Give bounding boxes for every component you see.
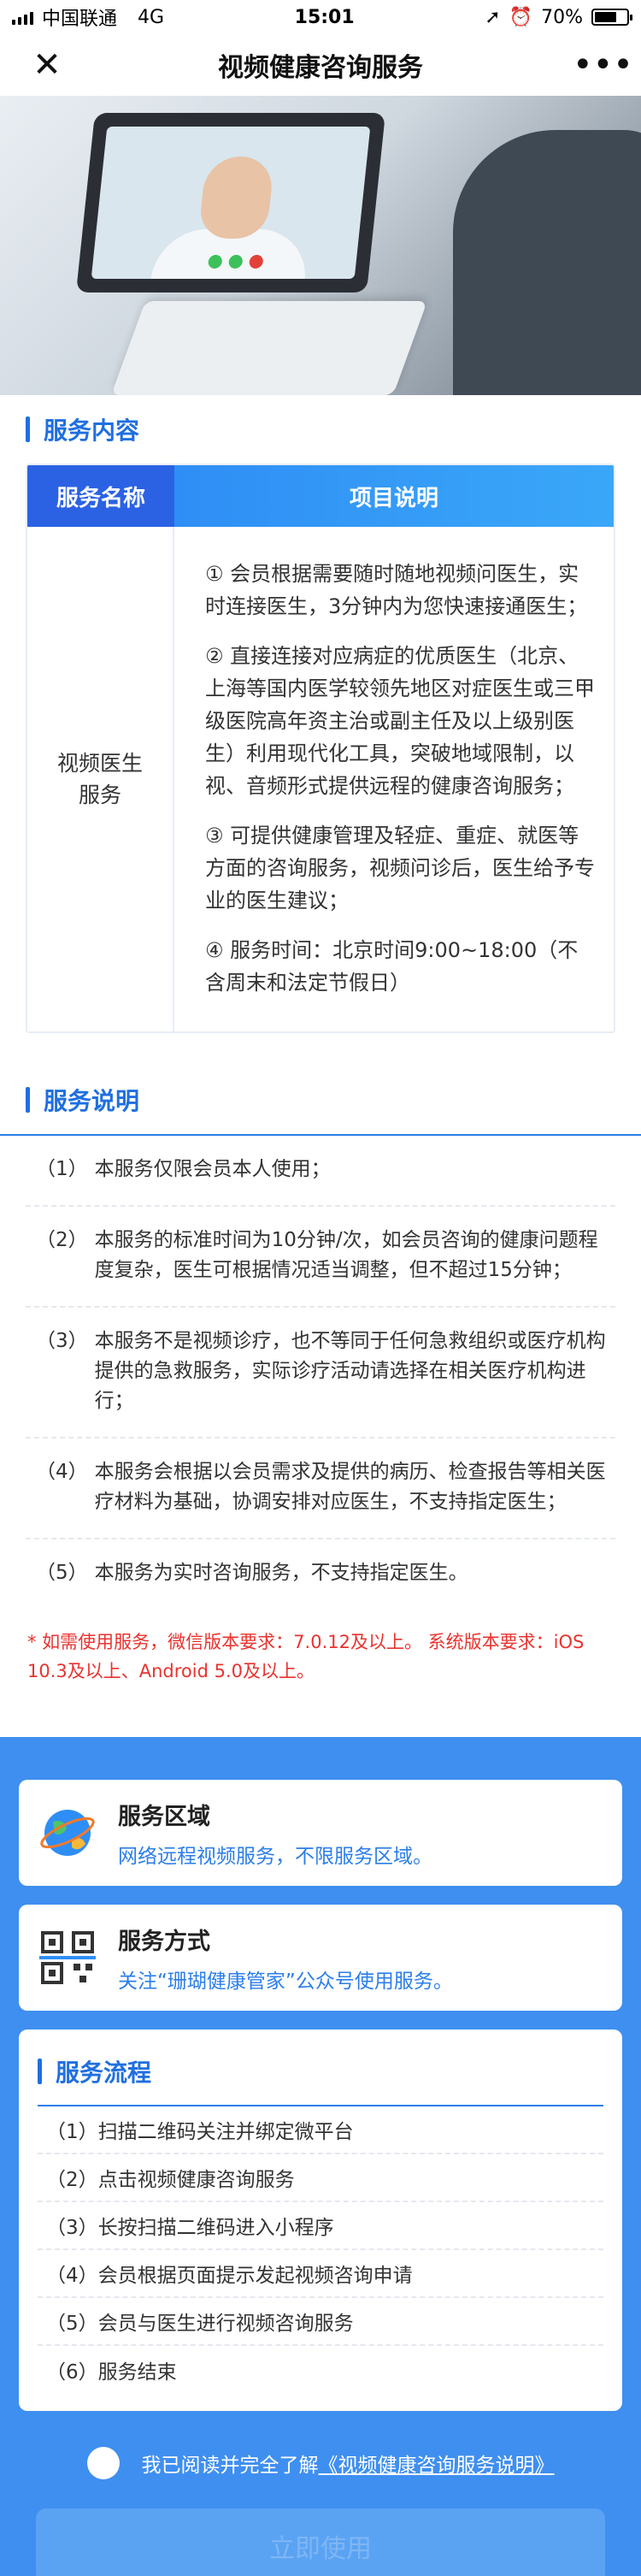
service-desc-item: ④ 服务时间：北京时间9:00~18:00（不含周末和法定节假日） bbox=[205, 938, 579, 995]
agreement-link[interactable]: 《视频健康咨询服务说明》 bbox=[319, 2449, 555, 2478]
list-item: （2） 本服务的标准时间为10分钟/次，如会员咨询的健康问题程度复杂，医生可根据… bbox=[26, 1207, 615, 1308]
globe-icon bbox=[40, 1810, 95, 1856]
service-desc-item: ① 会员根据需要随时随地视频问医生，实时连接医生，3分钟内为您快速接通医生； bbox=[205, 562, 588, 618]
alarm-icon: ⏰ bbox=[509, 6, 533, 28]
service-area-title: 服务区域 bbox=[118, 1803, 210, 1830]
carrier-label: 中国联通 bbox=[42, 9, 118, 30]
signal-icon bbox=[12, 9, 33, 25]
service-process-card: 服务流程 （1）扫描二维码关注并绑定微平台 （2）点击视频健康咨询服务 （3）长… bbox=[19, 2029, 622, 2411]
blue-section: 服务区域 网络远程视频服务，不限服务区域。 服务方式 关注“珊瑚健康管家”公众号… bbox=[0, 1737, 641, 2576]
battery-icon bbox=[591, 9, 632, 26]
agreement-prefix: 我已阅读并完全了解 bbox=[141, 2455, 319, 2477]
hero-banner bbox=[0, 96, 641, 395]
battery-percent: 70% bbox=[541, 6, 583, 28]
process-step: （6）服务结束 bbox=[46, 2361, 177, 2384]
service-method-title: 服务方式 bbox=[118, 1928, 210, 1955]
clock: 15:01 bbox=[294, 6, 355, 28]
close-icon[interactable]: ✕ bbox=[26, 45, 68, 85]
service-name-cell: 视频医生服务 bbox=[27, 527, 174, 1031]
list-item: （4） 本服务会根据以会员需求及提供的病历、检查报告等相关医疗材料为基础，协调安… bbox=[26, 1439, 615, 1539]
service-content-title: 服务内容 bbox=[26, 395, 615, 464]
network-label: 4G bbox=[138, 6, 165, 28]
service-desc-item: ③ 可提供健康管理及轻症、重症、就医等方面的咨询服务，视频问诊后，医生给予专业的… bbox=[205, 824, 595, 913]
table-header-desc: 项目说明 bbox=[174, 465, 614, 527]
use-now-button[interactable]: 立即使用 bbox=[36, 2508, 605, 2576]
service-method-card: 服务方式 关注“珊瑚健康管家”公众号使用服务。 bbox=[19, 1905, 622, 2011]
service-notes-list: （1） 本服务仅限会员本人使用； （2） 本服务的标准时间为10分钟/次，如会员… bbox=[0, 1136, 641, 1609]
service-notes-title: 服务说明 bbox=[26, 1066, 615, 1134]
service-content-table: 服务名称 项目说明 视频医生服务 ① 会员根据需要随时随地视频问医生，实时连接医… bbox=[26, 464, 615, 1033]
status-bar: 中国联通 4G 15:01 ➚ ⏰ 70% bbox=[0, 0, 641, 34]
list-item: （5） 本服务为实时咨询服务，不支持指定医生。 bbox=[36, 1562, 468, 1584]
agreement-checkbox[interactable] bbox=[86, 2447, 120, 2479]
list-item: （1） 本服务仅限会员本人使用； bbox=[26, 1136, 615, 1207]
list-item: （3） 本服务不是视频诊疗，也不等同于任何急救组织或医疗机构提供的急救服务，实际… bbox=[26, 1308, 615, 1439]
service-area-desc: 网络远程视频服务，不限服务区域。 bbox=[118, 1845, 432, 1868]
process-step: （5）会员与医生进行视频咨询服务 bbox=[38, 2298, 603, 2346]
location-icon: ➚ bbox=[485, 6, 501, 28]
nav-bar: ✕ 视频健康咨询服务 ••• bbox=[0, 34, 641, 96]
service-area-card: 服务区域 网络远程视频服务，不限服务区域。 bbox=[19, 1780, 622, 1886]
service-process-title: 服务流程 bbox=[38, 2038, 603, 2105]
process-step: （3）长按扫描二维码进入小程序 bbox=[38, 2202, 603, 2250]
service-desc-item: ② 直接连接对应病症的优质医生（北京、上海等国内医学较领先地区对症医生或三甲级医… bbox=[205, 644, 595, 798]
service-method-desc: 关注“珊瑚健康管家”公众号使用服务。 bbox=[118, 1970, 453, 1993]
page-title: 视频健康咨询服务 bbox=[218, 53, 423, 83]
process-step: （4）会员根据页面提示发起视频咨询申请 bbox=[38, 2250, 603, 2298]
more-icon[interactable]: ••• bbox=[573, 45, 633, 85]
qr-code-icon bbox=[39, 1931, 96, 1984]
table-header-name: 服务名称 bbox=[27, 465, 174, 527]
laptop-illustration bbox=[75, 113, 386, 292]
process-step: （2）点击视频健康咨询服务 bbox=[38, 2154, 603, 2202]
agreement-row: 我已阅读并完全了解 《视频健康咨询服务说明》 bbox=[19, 2430, 622, 2496]
process-step: （1）扫描二维码关注并绑定微平台 bbox=[38, 2106, 603, 2154]
version-warning: * 如需使用服务，微信版本要求：7.0.12及以上。 系统版本要求：iOS 10… bbox=[27, 1632, 585, 1681]
